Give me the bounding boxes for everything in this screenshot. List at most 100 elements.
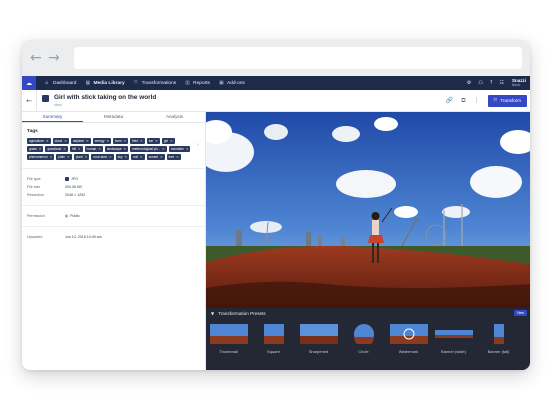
link-icon[interactable]: 🔗	[446, 97, 453, 104]
tag-chip[interactable]: sky ✕	[115, 154, 130, 160]
preset-item[interactable]: Square	[251, 324, 296, 354]
tag-chip[interactable]: mountain ✕	[168, 146, 191, 152]
preset-item[interactable]: Banner (tall)	[476, 324, 521, 354]
close-icon[interactable]: ✕	[140, 155, 143, 159]
tag-chip[interactable]: soil ✕	[131, 154, 145, 160]
preset-thumbnail	[353, 324, 374, 344]
new-preset-button[interactable]: New	[514, 310, 527, 316]
nav-transformations[interactable]: ⤧ Transformations	[134, 80, 176, 86]
close-icon[interactable]: ✕	[109, 155, 112, 159]
tag-chip[interactable]: girl ✕	[161, 138, 175, 144]
preset-label: Banner (tall)	[487, 349, 510, 354]
tag-chip[interactable]: cloud ✕	[52, 138, 69, 144]
detail-value: 2048 × 1252	[65, 193, 85, 197]
tab-summary[interactable]: Summary	[22, 112, 83, 122]
close-icon[interactable]: ✕	[176, 155, 179, 159]
close-icon[interactable]: ✕	[78, 147, 81, 151]
preset-item[interactable]: Sharpened	[296, 324, 341, 354]
tag-label: grassland	[47, 147, 62, 151]
image-preview[interactable]	[206, 112, 530, 308]
tag-chip[interactable]: fun ✕	[146, 138, 160, 144]
collapse-icon[interactable]: ›	[197, 142, 199, 148]
back-arrow-icon[interactable]: ←	[30, 51, 44, 65]
tag-label: human	[86, 147, 97, 151]
tag-label: hill	[71, 147, 76, 151]
close-icon[interactable]: ✕	[106, 139, 109, 143]
preset-item[interactable]: Watermark	[386, 324, 431, 354]
user-menu[interactable]: Snazzi Basic	[512, 78, 526, 87]
tag-chip[interactable]: plant ✕	[73, 154, 90, 160]
close-icon[interactable]: ✕	[67, 155, 70, 159]
reports-icon: ▥	[185, 79, 190, 86]
presets-header[interactable]: ▼ Transformation Presets New	[206, 308, 530, 318]
tag-chip[interactable]: field ✕	[130, 138, 145, 144]
back-arrow-icon[interactable]: ←	[22, 97, 36, 105]
tag-chip[interactable]: daytime ✕	[70, 138, 91, 144]
close-icon[interactable]: ✕	[140, 139, 143, 143]
nav-addons[interactable]: ▣ Add-ons	[219, 80, 245, 86]
tag-chip[interactable]: grassland ✕	[45, 146, 68, 152]
address-bar[interactable]	[74, 47, 522, 69]
preset-item[interactable]: Circle	[341, 324, 386, 354]
more-options-icon[interactable]: ⋮	[474, 97, 480, 104]
tag-chip[interactable]: energy ✕	[92, 138, 112, 144]
nav-reports[interactable]: ▥ Reports	[185, 79, 210, 86]
permission-label: Permission	[27, 214, 45, 218]
breadcrumb[interactable]: stock	[54, 103, 156, 107]
close-icon[interactable]: ✕	[186, 147, 189, 151]
forward-arrow-icon[interactable]: →	[48, 51, 62, 65]
close-icon[interactable]: ✕	[155, 139, 158, 143]
divider	[22, 226, 205, 227]
asset-header: ← Girl with stick taking on the world st…	[22, 89, 530, 112]
close-icon[interactable]: ✕	[85, 155, 88, 159]
cloud-logo-icon[interactable]: ☁	[22, 76, 36, 90]
tag-label: plant	[75, 155, 83, 159]
tag-chip[interactable]: sunset ✕	[146, 154, 165, 160]
tag-chip[interactable]: rural area ✕	[91, 154, 114, 160]
tag-chip[interactable]: human ✕	[84, 146, 103, 152]
tab-metadata[interactable]: Metadata	[83, 112, 144, 122]
close-icon[interactable]: ✕	[63, 147, 66, 151]
nav-dashboard[interactable]: ⌂ Dashboard	[45, 80, 76, 86]
gear-icon[interactable]: ⚙	[467, 80, 471, 86]
close-icon[interactable]: ✕	[46, 139, 49, 143]
tag-label: phenomenon	[29, 155, 48, 159]
tag-chip[interactable]: farm ✕	[113, 138, 129, 144]
detail-value: 304.06 KB	[65, 185, 82, 189]
tag-chip[interactable]: agriculture ✕	[27, 138, 51, 144]
close-icon[interactable]: ✕	[98, 147, 101, 151]
close-icon[interactable]: ✕	[160, 155, 163, 159]
tag-chip[interactable]: hill ✕	[69, 146, 83, 152]
tag-chip[interactable]: grass ✕	[27, 146, 44, 152]
tab-analysis[interactable]: Analysis	[144, 112, 205, 122]
users-icon[interactable]: ☷	[500, 80, 504, 86]
nav-media-library[interactable]: ▦ Media Library	[85, 80, 124, 86]
close-icon[interactable]: ✕	[124, 139, 127, 143]
tag-label: daytime	[72, 139, 85, 143]
tag-chip[interactable]: meteorological ph... ✕	[130, 146, 167, 152]
preset-item[interactable]: Banner (wide)	[431, 324, 476, 354]
uploaded-row: Uploaded Jun 13, 2018 10:49 am	[22, 233, 205, 241]
close-icon[interactable]: ✕	[86, 139, 89, 143]
notifications-icon[interactable]: ☖	[478, 80, 482, 86]
close-icon[interactable]: ✕	[50, 155, 53, 159]
preset-item[interactable]: Thumbnail	[206, 324, 251, 354]
close-icon[interactable]: ✕	[124, 155, 127, 159]
transform-button[interactable]: ⤧ Transform	[487, 94, 527, 107]
close-icon[interactable]: ✕	[170, 139, 173, 143]
help-icon[interactable]: ?	[490, 80, 493, 86]
close-icon[interactable]: ✕	[64, 139, 67, 143]
close-icon[interactable]: ✕	[162, 147, 165, 151]
tag-chip[interactable]: plain ✕	[56, 154, 72, 160]
close-icon[interactable]: ✕	[124, 147, 127, 151]
close-icon[interactable]: ✕	[39, 147, 42, 151]
tag-label: mountain	[170, 147, 184, 151]
transform-icon: ⤧	[493, 98, 498, 104]
permission-value[interactable]: ◍ Public	[65, 214, 80, 218]
details-panel: Summary Metadata Analysis Tags agricultu…	[22, 112, 206, 370]
tag-label: grass	[29, 147, 37, 151]
tag-chip[interactable]: phenomenon ✕	[27, 154, 55, 160]
open-external-icon[interactable]: ⧉	[461, 97, 465, 105]
tag-chip[interactable]: landscape ✕	[104, 146, 129, 152]
tag-chip[interactable]: tree ✕	[166, 154, 181, 160]
